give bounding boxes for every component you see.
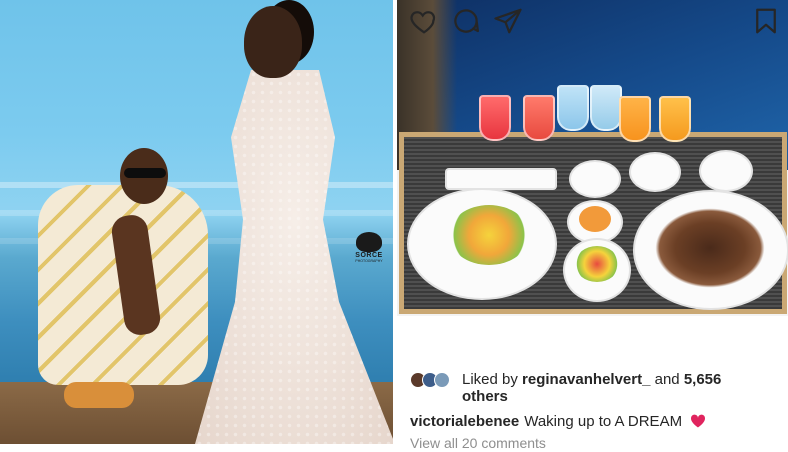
watermark-sub: PHOTOGRAPHY xyxy=(355,259,383,263)
wave-line xyxy=(0,182,393,188)
send-icon[interactable] xyxy=(493,6,523,36)
granola-bowl xyxy=(569,160,621,198)
sunglasses xyxy=(124,168,166,178)
juice-glass-orange xyxy=(659,96,691,142)
caption-username[interactable]: victorialebenee xyxy=(410,413,519,430)
juice-glass-red xyxy=(479,95,511,141)
berries-bowl xyxy=(629,152,681,192)
water-glass xyxy=(590,85,622,131)
bride-head xyxy=(244,6,302,78)
likes-line: Liked by reginavanhelvert_ and 5,656 xyxy=(462,370,721,389)
likes-section: Liked by reginavanhelvert_ and 5,656 oth… xyxy=(410,370,780,406)
pastry-bowl xyxy=(699,150,753,192)
wedding-photo: SORCE PHOTOGRAPHY xyxy=(0,0,393,444)
fruit-pile xyxy=(449,205,529,265)
red-heart-emoji-icon xyxy=(691,414,706,428)
heart-icon[interactable] xyxy=(409,6,439,36)
fruit-salad xyxy=(575,246,619,282)
hat-logo-icon xyxy=(356,232,382,252)
liker-avatars[interactable] xyxy=(410,372,460,388)
apricots xyxy=(579,206,611,232)
comment-icon[interactable] xyxy=(451,6,481,36)
sauce-tray xyxy=(445,168,557,190)
post-caption: victorialebenee Waking up to A DREAM xyxy=(410,412,706,432)
liked-by-user-link[interactable]: reginavanhelvert_ xyxy=(522,371,650,388)
chocolate-cake xyxy=(655,208,765,288)
juice-glass-red xyxy=(523,95,555,141)
post-photo[interactable] xyxy=(397,0,788,316)
sandals xyxy=(64,382,134,408)
water-glass xyxy=(557,85,589,131)
watermark-brand: SORCE xyxy=(355,252,383,259)
likes-prefix: Liked by xyxy=(462,371,518,388)
likes-count[interactable]: 5,656 xyxy=(684,371,722,388)
caption-text: Waking up to A DREAM xyxy=(524,413,683,430)
likes-others[interactable]: others xyxy=(462,388,508,405)
likes-and: and xyxy=(654,371,680,388)
view-all-comments-link[interactable]: View all 20 comments xyxy=(410,434,546,452)
avatar xyxy=(434,372,450,388)
bookmark-icon[interactable] xyxy=(751,6,781,36)
photographer-watermark: SORCE PHOTOGRAPHY xyxy=(353,232,385,263)
juice-glass-orange xyxy=(619,96,651,142)
